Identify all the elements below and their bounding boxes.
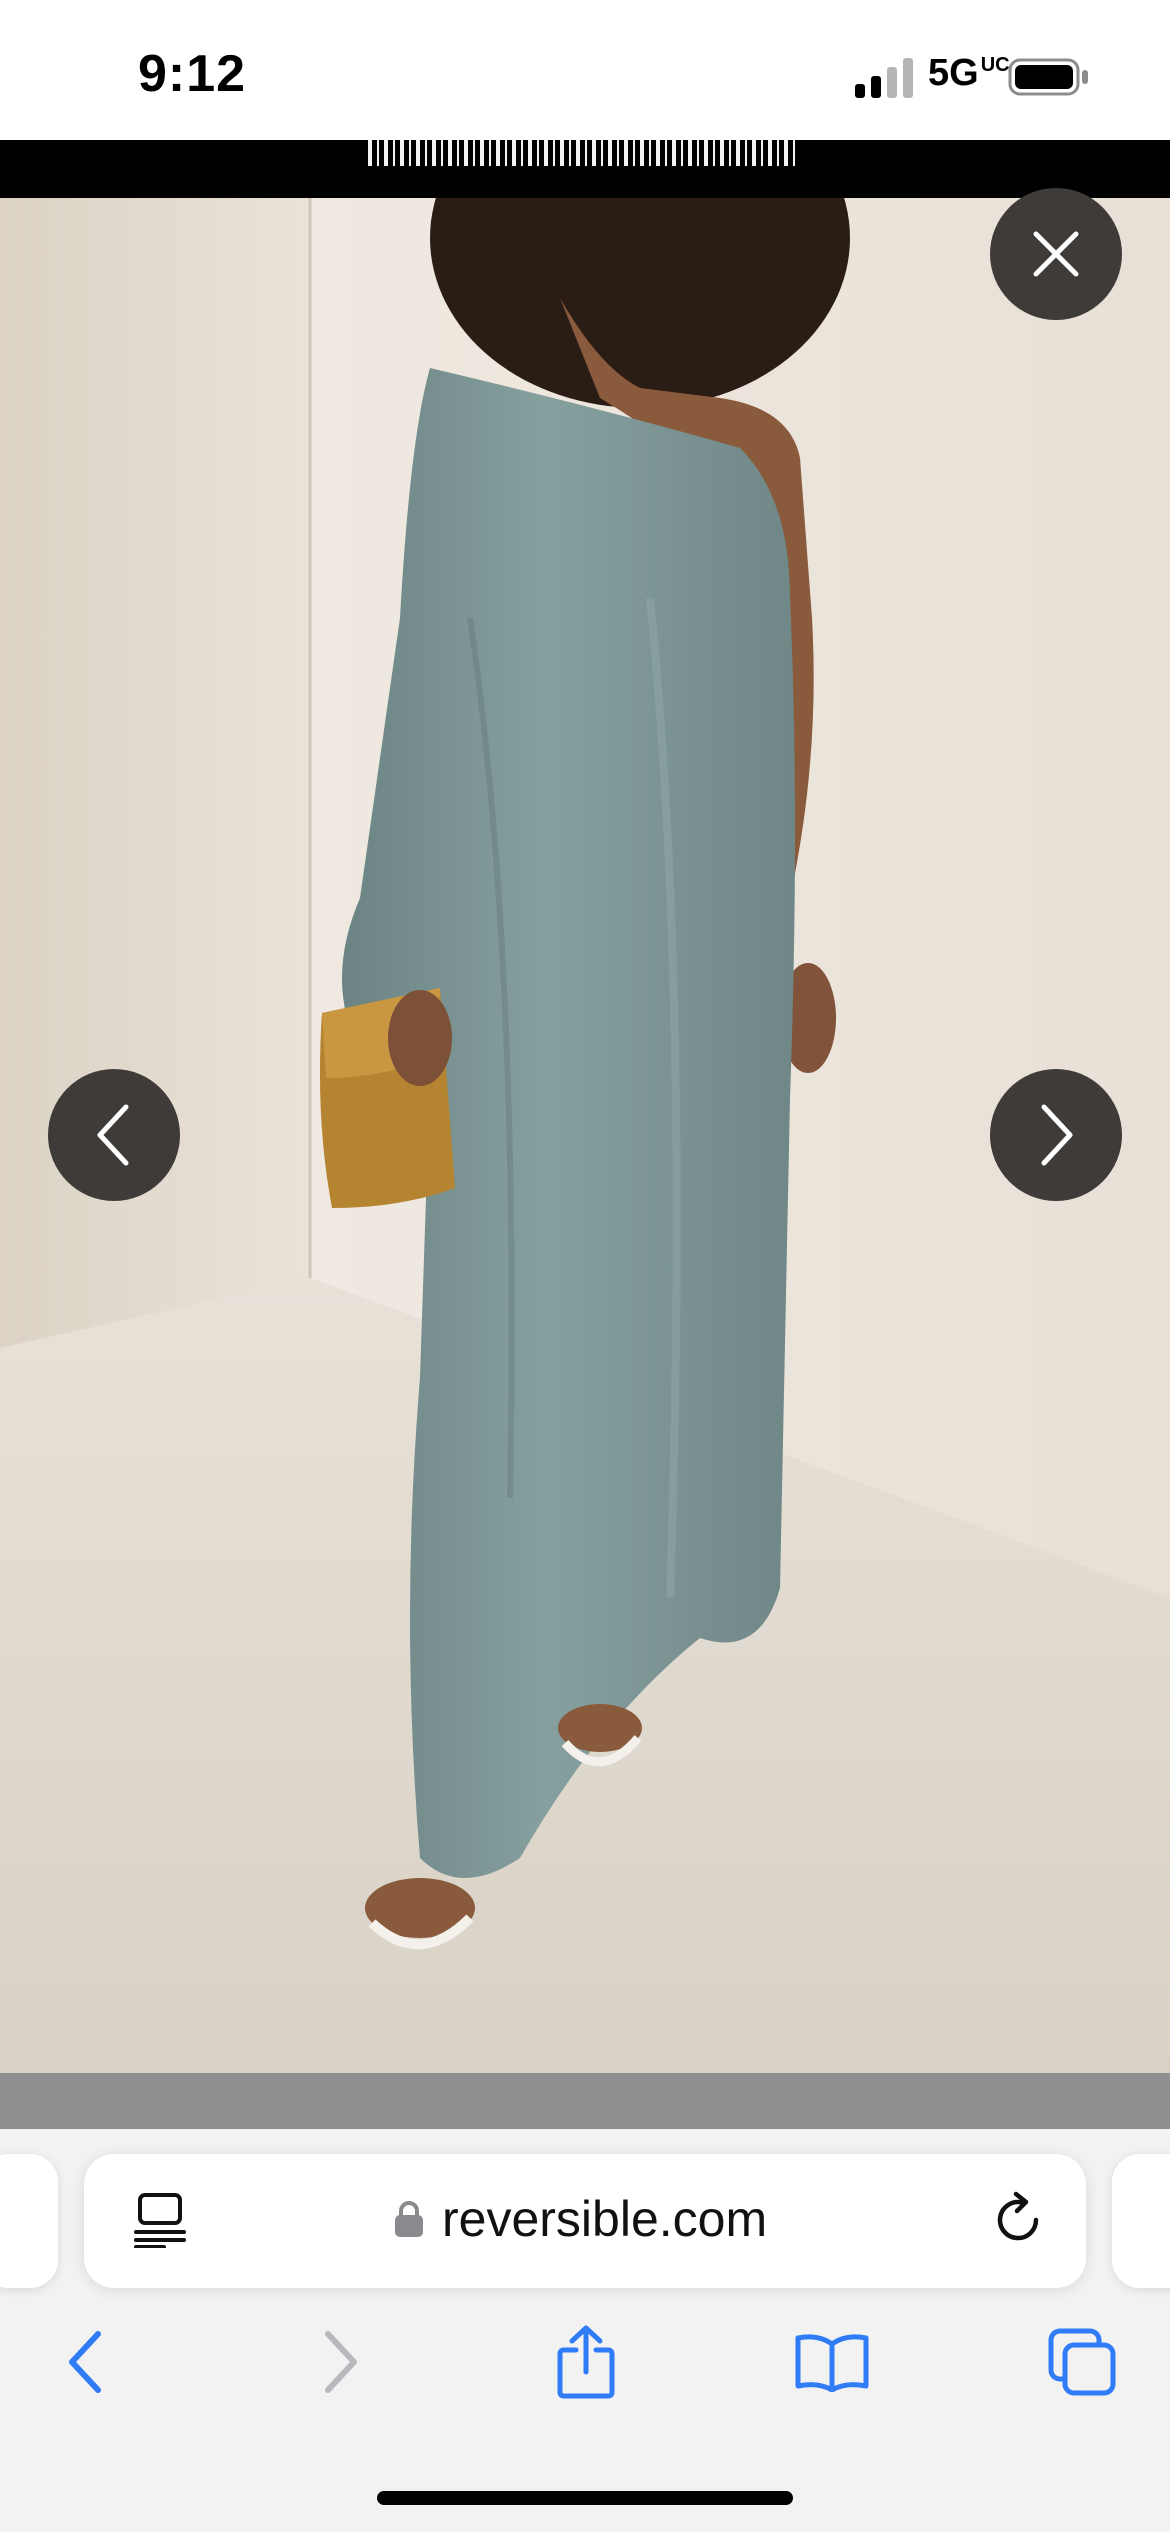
previous-image-button[interactable] (48, 1069, 180, 1201)
close-icon (1033, 231, 1079, 277)
page-content-below-image (0, 2073, 1170, 2129)
share-button[interactable] (544, 2320, 628, 2404)
chevron-left-icon (97, 1104, 129, 1166)
url-text[interactable]: reversible.com (442, 2190, 767, 2248)
bookmarks-icon (795, 2334, 869, 2392)
tabs-button[interactable] (1040, 2320, 1124, 2404)
next-tab-preview[interactable] (1112, 2154, 1170, 2288)
share-icon (557, 2325, 615, 2399)
network-label: 5G UC (928, 52, 1010, 94)
tabs-icon (1048, 2328, 1116, 2396)
cellular-signal-icon (855, 58, 913, 98)
reader-mode-icon[interactable] (134, 2192, 186, 2248)
home-indicator[interactable] (377, 2491, 793, 2505)
forward-button[interactable] (298, 2320, 382, 2404)
back-arrow-icon (69, 2331, 101, 2393)
chevron-right-icon (1041, 1104, 1073, 1166)
site-logo-fragment (368, 140, 800, 166)
forward-arrow-icon (325, 2331, 357, 2393)
network-suffix: UC (980, 54, 1010, 76)
site-header (0, 140, 1170, 198)
bookmarks-button[interactable] (790, 2320, 874, 2404)
status-time: 9:12 (138, 45, 247, 103)
back-button[interactable] (44, 2320, 128, 2404)
close-gallery-button[interactable] (990, 188, 1122, 320)
previous-tab-preview[interactable] (0, 2154, 58, 2288)
lock-icon (395, 2201, 423, 2237)
battery-icon (1008, 58, 1088, 96)
reload-icon[interactable] (990, 2190, 1048, 2250)
next-image-button[interactable] (990, 1069, 1122, 1201)
